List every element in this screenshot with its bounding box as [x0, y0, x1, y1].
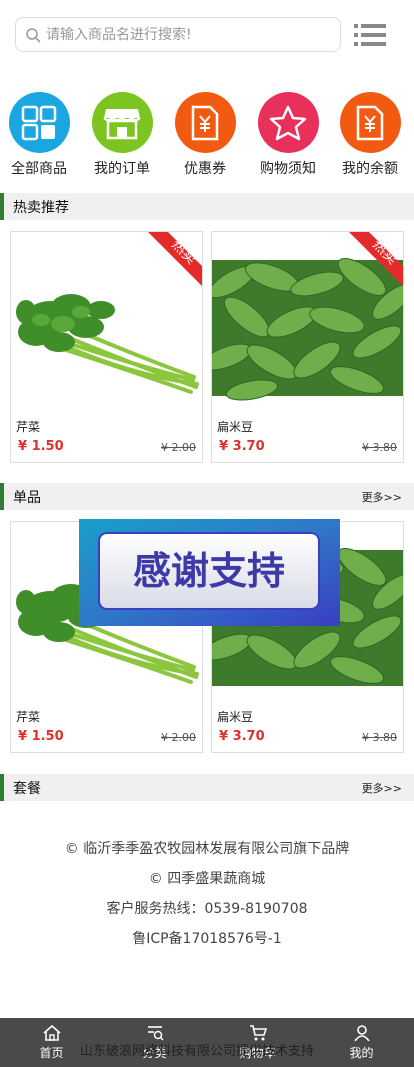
- product-old-price: ¥ 2.00: [161, 441, 196, 454]
- grid-icon: [8, 92, 70, 153]
- category-coupons[interactable]: 优惠券: [164, 92, 246, 180]
- category-label: 购物须知: [260, 161, 316, 177]
- product-old-price: ¥ 3.80: [362, 731, 397, 744]
- product-card-green-beans[interactable]: 热卖 扁米豆 ¥ 3.70 ¥ 3.80: [211, 231, 404, 463]
- home-icon: [42, 1025, 61, 1041]
- search-bar[interactable]: [15, 17, 341, 52]
- footer-store-line: © 四季盛果蔬商城: [148, 871, 266, 887]
- tech-support-marquee: 山东破浪网络科技有限公司提供技术支持: [80, 1044, 315, 1059]
- user-icon: [353, 1025, 370, 1041]
- footer-icp[interactable]: 鲁ICP备17018576号-1: [0, 928, 414, 948]
- section-hot-header: 热卖推荐: [0, 193, 414, 220]
- footer-hotline: 客户服务热线：0539-8190708: [106, 901, 308, 917]
- product-name: 扁米豆: [217, 420, 254, 434]
- star-icon: [257, 92, 319, 153]
- section-title: 套餐: [13, 781, 41, 797]
- bottom-nav: 首页 分类 购物车 我的 山东破浪网络科技有限公司提供技术支持: [0, 1018, 414, 1067]
- svg-text:感谢支持: 感谢支持: [133, 549, 285, 593]
- product-old-price: ¥ 3.80: [362, 441, 397, 454]
- more-link[interactable]: 更多>>: [362, 780, 402, 796]
- product-name: 扁米豆: [217, 710, 254, 724]
- product-name: 芹菜: [16, 420, 41, 434]
- footer-brand-line: © 临沂季季盈农牧园林发展有限公司旗下品牌: [64, 841, 350, 857]
- store-icon: [91, 92, 153, 153]
- product-price: ¥ 1.50: [18, 729, 64, 744]
- product-price: ¥ 3.70: [219, 729, 265, 744]
- coupon-yen-icon: [174, 92, 236, 153]
- hot-sale-badge: 热卖: [349, 232, 403, 286]
- category-label: 优惠券: [184, 161, 226, 177]
- hot-sale-badge: 热卖: [148, 232, 202, 286]
- section-single-header: 单品 更多>>: [0, 483, 414, 510]
- section-title: 单品: [13, 490, 41, 506]
- category-label: 我的余额: [342, 161, 398, 177]
- product-price: ¥ 3.70: [219, 439, 265, 454]
- more-link[interactable]: 更多>>: [362, 489, 402, 505]
- nav-mine[interactable]: 我的: [309, 1018, 414, 1067]
- list-menu-icon[interactable]: [354, 22, 386, 48]
- section-title: 热卖推荐: [13, 200, 69, 216]
- category-shopping-guide[interactable]: 购物须知: [247, 92, 329, 180]
- category-my-orders[interactable]: 我的订单: [81, 92, 163, 180]
- mobile-mall-page: 全部商品 我的订单 优惠券 购物须知: [0, 0, 414, 1067]
- section-combo-header: 套餐 更多>>: [0, 774, 414, 801]
- cart-icon: [249, 1025, 267, 1041]
- product-card-celery[interactable]: 热卖 芹菜 ¥ 1.50 ¥ 2.00: [10, 231, 203, 463]
- search-icon: [26, 28, 41, 43]
- category-search-icon: [147, 1026, 164, 1041]
- nav-label: 我的: [349, 1046, 374, 1060]
- category-my-balance[interactable]: 我的余额: [329, 92, 411, 180]
- thanks-support-banner[interactable]: 感谢支持: [79, 519, 340, 626]
- category-all-products[interactable]: 全部商品: [0, 92, 80, 180]
- product-price: ¥ 1.50: [18, 439, 64, 454]
- category-label: 我的订单: [94, 161, 150, 177]
- product-old-price: ¥ 2.00: [161, 731, 196, 744]
- balance-yen-icon: [339, 92, 401, 153]
- product-name: 芹菜: [16, 710, 41, 724]
- category-label: 全部商品: [11, 161, 67, 177]
- search-input[interactable]: [46, 18, 336, 51]
